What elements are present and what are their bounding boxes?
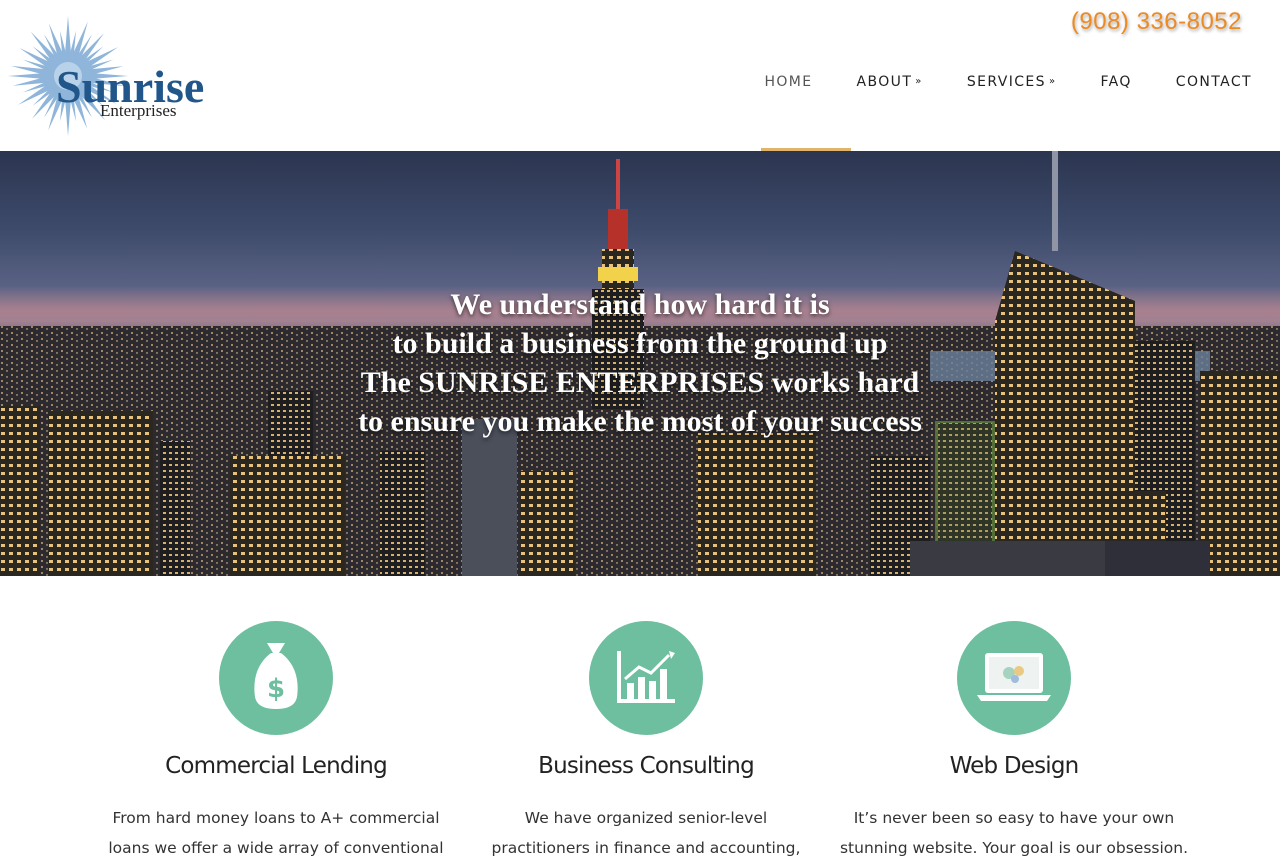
double-chevron-down-icon: » (915, 76, 923, 87)
nav-contact[interactable]: CONTACT (1176, 74, 1252, 90)
nav-contact-label: CONTACT (1175, 74, 1252, 90)
nav-services-label: SERVICES (966, 74, 1046, 90)
feature-business-consulting: Business Consulting We have organized se… (456, 621, 836, 857)
nav-about-label: ABOUT (856, 74, 913, 90)
feature-description-line: It’s never been so easy to have your own (853, 809, 1175, 827)
nav-faq[interactable]: FAQ (1100, 74, 1131, 90)
nav-about[interactable]: ABOUT » (857, 74, 923, 90)
feature-description-line: practitioners in finance and accounting, (491, 839, 801, 857)
feature-commercial-lending: $ Commercial Lending From hard money loa… (86, 621, 466, 857)
phone-number[interactable]: (908) 336-8052 (1071, 8, 1242, 36)
laptop-icon (977, 653, 1051, 701)
double-chevron-down-icon: » (1048, 76, 1057, 87)
nav-home[interactable]: HOME (764, 74, 812, 90)
feature-title: Commercial Lending (165, 753, 388, 779)
feature-description-line: We have organized senior-level (524, 809, 768, 827)
site-header: Sunrise Enterprises (908) 336-8052 HOME … (0, 0, 1280, 151)
growth-chart-icon (617, 651, 675, 703)
feature-description: We have organized senior-level practitio… (456, 803, 836, 863)
nav-home-label: HOME (764, 74, 813, 90)
money-bag-icon: $ (254, 643, 298, 709)
hero-headline: We understand how hard it is to build a … (0, 285, 1280, 441)
feature-icon-circle[interactable] (589, 621, 703, 735)
feature-description-line: stunning website. Your goal is our obses… (839, 839, 1189, 857)
nav-faq-label: FAQ (1100, 74, 1132, 90)
feature-description: It’s never been so easy to have your own… (824, 803, 1204, 863)
feature-icon-circle[interactable] (957, 621, 1071, 735)
feature-title: Web Design (949, 753, 1080, 779)
hero-line-3: The SUNRISE ENTERPRISES works hard (360, 366, 920, 399)
feature-description: From hard money loans to A+ commercial l… (86, 803, 466, 863)
hero-banner: We understand how hard it is to build a … (0, 151, 1280, 576)
feature-title: Business Consulting (538, 753, 755, 779)
hero-line-1: We understand how hard it is (450, 288, 830, 321)
logo[interactable]: Sunrise Enterprises (4, 14, 244, 140)
hero-line-2: to build a business from the ground up (392, 327, 888, 360)
services-section: $ Commercial Lending From hard money loa… (0, 576, 1280, 857)
svg-text:$: $ (267, 674, 285, 704)
main-nav: HOME ABOUT » SERVICES » FAQ CONTACT (720, 74, 1252, 90)
feature-icon-circle[interactable]: $ (219, 621, 333, 735)
logo-tagline: Enterprises (100, 101, 177, 120)
hero-line-4: to ensure you make the most of your succ… (358, 405, 922, 438)
feature-web-design: Web Design It’s never been so easy to ha… (824, 621, 1204, 857)
nav-services[interactable]: SERVICES » (967, 74, 1057, 90)
feature-description-line: loans we offer a wide array of conventio… (108, 839, 444, 857)
feature-description-line: From hard money loans to A+ commercial (112, 809, 440, 827)
